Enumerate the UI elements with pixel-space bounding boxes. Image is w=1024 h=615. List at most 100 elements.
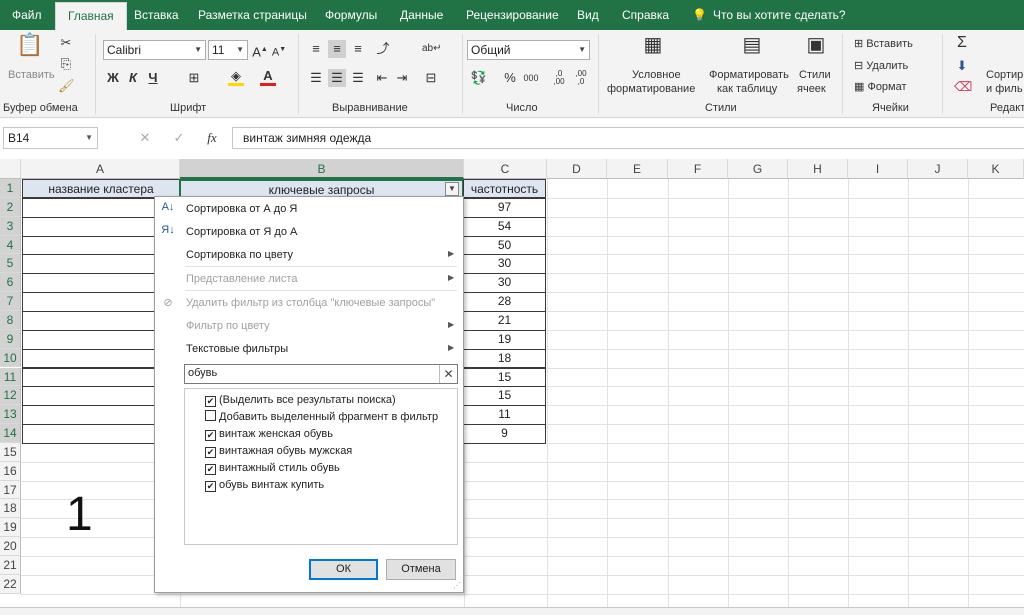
cell-styles-label-2[interactable]: ячеек <box>797 83 826 95</box>
cell-styles-icon[interactable]: ▣ <box>803 35 829 62</box>
row-header-22[interactable]: 22 <box>0 574 21 594</box>
row-header-6[interactable]: 6 <box>0 273 21 293</box>
merge-center-icon[interactable]: ⊟ <box>422 69 440 87</box>
column-header-k[interactable]: K <box>968 159 1024 179</box>
tab-page-layout[interactable]: Разметка страницы <box>198 0 307 30</box>
row-header-13[interactable]: 13 <box>0 405 21 425</box>
format-table-icon[interactable]: ▤ <box>739 35 765 62</box>
format-table-label-1[interactable]: Форматировать <box>709 69 789 81</box>
indent-increase-icon[interactable]: ⇥ <box>394 69 410 87</box>
increase-decimal-button[interactable]: ,0 ,00 <box>550 70 568 86</box>
row-header-19[interactable]: 19 <box>0 518 21 538</box>
cut-icon[interactable]: ✂ <box>58 34 74 52</box>
sort-filter-label-2[interactable]: и филь <box>986 83 1023 95</box>
checkbox-checked-icon[interactable]: ✔ <box>205 396 216 407</box>
fill-color-icon[interactable]: ◈ <box>228 69 244 86</box>
filter-list-item[interactable]: ✔ (Выделить все результаты поиска) <box>205 392 396 408</box>
sort-az-item[interactable]: Сортировка от А до Я <box>186 203 297 215</box>
italic-button[interactable]: К <box>126 69 140 87</box>
bold-button[interactable]: Ж <box>106 69 120 87</box>
column-header-d[interactable]: D <box>547 159 607 179</box>
confirm-entry-icon[interactable]: ✓ <box>172 129 186 147</box>
font-name-select[interactable]: Calibri ▼ <box>103 40 206 60</box>
cond-format-label-2[interactable]: форматирование <box>607 83 695 95</box>
column-header-b[interactable]: B <box>180 159 464 179</box>
row-header-11[interactable]: 11 <box>0 367 21 387</box>
number-format-select[interactable]: Общий ▼ <box>467 40 590 60</box>
font-color-icon[interactable]: A <box>260 69 276 86</box>
checkbox-unchecked-icon[interactable] <box>205 410 216 421</box>
column-header-e[interactable]: E <box>607 159 668 179</box>
filter-list-item[interactable]: Добавить выделенный фрагмент в фильтр <box>205 409 438 425</box>
tab-insert[interactable]: Вставка <box>134 0 179 30</box>
select-all-corner[interactable] <box>0 159 21 179</box>
row-header-7[interactable]: 7 <box>0 292 21 311</box>
row-header-2[interactable]: 2 <box>0 197 21 217</box>
insert-function-button[interactable]: fx <box>204 129 220 147</box>
delete-cells-button[interactable]: ⊟ Удалить <box>854 59 908 72</box>
filter-list-item[interactable]: ✔ обувь винтаж купить <box>205 477 324 493</box>
row-header-8[interactable]: 8 <box>0 310 21 330</box>
column-header-f[interactable]: F <box>668 159 728 179</box>
decrease-decimal-button[interactable]: ,00 ,0 <box>572 70 590 86</box>
column-header-g[interactable]: G <box>728 159 788 179</box>
tab-view[interactable]: Вид <box>577 0 599 30</box>
align-left-icon[interactable]: ☰ <box>308 69 324 87</box>
clear-search-icon[interactable]: ✕ <box>439 365 457 383</box>
cancel-entry-icon[interactable]: ✕ <box>138 129 152 147</box>
indent-decrease-icon[interactable]: ⇤ <box>374 69 390 87</box>
row-header-18[interactable]: 18 <box>0 499 21 519</box>
sort-filter-label-1[interactable]: Сортир <box>986 69 1023 81</box>
row-header-9[interactable]: 9 <box>0 329 21 349</box>
column-header-h[interactable]: H <box>788 159 848 179</box>
align-right-icon[interactable]: ☰ <box>350 69 366 87</box>
paste-icon[interactable]: 📋 <box>16 34 44 66</box>
cond-format-label-1[interactable]: Условное <box>632 69 681 81</box>
row-header-17[interactable]: 17 <box>0 480 21 500</box>
filter-list-item[interactable]: ✔ винтажный стиль обувь <box>205 460 340 476</box>
column-header-a[interactable]: A <box>21 159 180 179</box>
row-header-10[interactable]: 10 <box>0 348 21 368</box>
ok-button[interactable]: ОК <box>309 559 378 580</box>
autosum-button[interactable]: Σ <box>954 34 970 52</box>
checkbox-checked-icon[interactable]: ✔ <box>205 447 216 458</box>
row-header-3[interactable]: 3 <box>0 216 21 236</box>
name-box[interactable]: B14 ▼ <box>3 127 98 149</box>
row-header-5[interactable]: 5 <box>0 254 21 274</box>
font-size-select[interactable]: 11 ▼ <box>208 40 248 60</box>
align-top-icon[interactable]: ≡ <box>308 40 324 58</box>
paste-button[interactable]: Вставить <box>8 69 55 81</box>
tab-home[interactable]: Главная <box>55 2 127 30</box>
format-table-label-2[interactable]: как таблицу <box>717 83 777 95</box>
filter-list-item[interactable]: ✔ винтаж женская обувь <box>205 426 333 442</box>
fill-down-icon[interactable]: ⬇ <box>954 57 970 75</box>
column-header-i[interactable]: I <box>848 159 908 179</box>
formula-input[interactable]: винтаж зимняя одежда <box>232 127 1024 149</box>
clear-icon[interactable]: ⌫ <box>954 78 972 96</box>
tab-help[interactable]: Справка <box>622 0 669 30</box>
conditional-format-icon[interactable]: ▦ <box>640 35 666 62</box>
checkbox-checked-icon[interactable]: ✔ <box>205 464 216 475</box>
wrap-text-icon[interactable]: ab↵ <box>422 40 442 58</box>
insert-cells-button[interactable]: ⊞ Вставить <box>854 37 913 50</box>
row-header-20[interactable]: 20 <box>0 537 21 556</box>
filter-dropdown-button[interactable]: ▼ <box>445 182 459 196</box>
font-shrink-icon[interactable]: A▼ <box>271 41 287 62</box>
text-filters-item[interactable]: Текстовые фильтры ▶ <box>186 343 454 355</box>
align-center-icon[interactable]: ☰ <box>328 69 346 87</box>
tab-data[interactable]: Данные <box>400 0 443 30</box>
column-header-c[interactable]: C <box>464 159 547 179</box>
copy-icon[interactable]: ⎘ <box>58 55 74 73</box>
row-header-21[interactable]: 21 <box>0 556 21 575</box>
row-header-14[interactable]: 14 <box>0 424 21 443</box>
row-header-4[interactable]: 4 <box>0 235 21 255</box>
cell-styles-label-1[interactable]: Стили <box>799 69 831 81</box>
row-header-1[interactable]: 1 <box>0 179 21 198</box>
align-middle-icon[interactable]: ≡ <box>328 40 346 58</box>
borders-icon[interactable]: ⊞ <box>186 69 202 87</box>
filter-list-item[interactable]: ✔ винтажная обувь мужская <box>205 443 352 459</box>
column-header-j[interactable]: J <box>908 159 968 179</box>
checkbox-checked-icon[interactable]: ✔ <box>205 430 216 441</box>
row-header-16[interactable]: 16 <box>0 461 21 481</box>
sort-by-color-item[interactable]: Сортировка по цвету ▶ <box>186 249 454 261</box>
